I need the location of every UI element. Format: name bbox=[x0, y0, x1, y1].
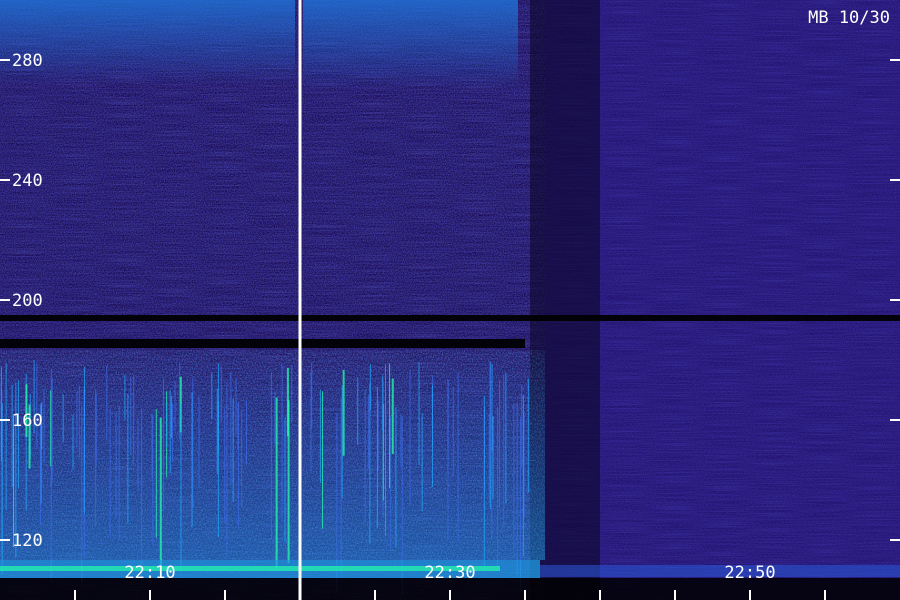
top-glow-left bbox=[0, 0, 295, 85]
bottom-band-right bbox=[540, 565, 900, 577]
top-glow-mid bbox=[303, 0, 518, 90]
y-tick-label: 120 bbox=[12, 531, 43, 551]
chart-title: MB 10/30 bbox=[808, 8, 890, 28]
dark-band bbox=[0, 339, 525, 348]
x-tick-label: 22:30 bbox=[424, 563, 475, 583]
x-tick-label: 22:10 bbox=[124, 563, 175, 583]
y-tick-label: 240 bbox=[12, 171, 43, 191]
dark-band bbox=[0, 315, 900, 321]
y-tick-label: 160 bbox=[12, 411, 43, 431]
x-tick-label: 22:50 bbox=[724, 563, 775, 583]
y-tick-label: 280 bbox=[12, 51, 43, 71]
spectrogram-chart: 120 160 200 240 280 22:10 22:30 22:50 MB 10/30 bbox=[0, 0, 900, 600]
y-tick-label: 200 bbox=[12, 291, 43, 311]
